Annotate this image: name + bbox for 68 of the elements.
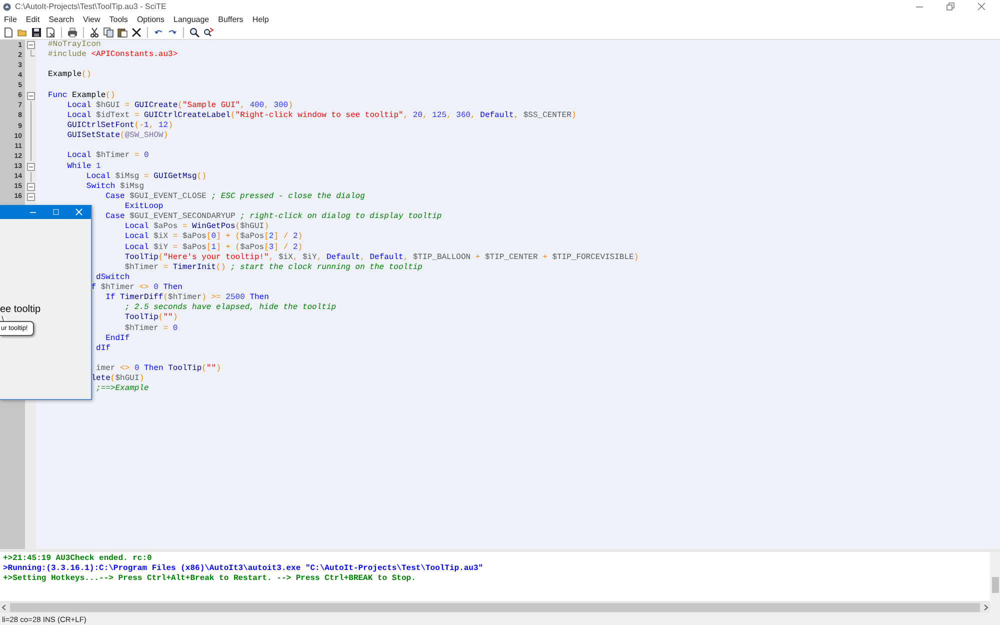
menu-item[interactable]: Edit xyxy=(26,14,40,24)
replace-icon[interactable] xyxy=(203,26,214,38)
code-line: ; 2.5 seconds have elapsed, hide the tooltip xyxy=(124,303,336,313)
code-line: dIf xyxy=(96,344,110,354)
menu-item[interactable]: Language xyxy=(174,14,210,24)
code-line: Local $hTimer = 0 xyxy=(67,151,149,162)
menu-item[interactable]: Buffers xyxy=(218,14,244,24)
restore-icon[interactable] xyxy=(946,2,955,11)
scroll-right-icon[interactable] xyxy=(982,602,990,612)
code-line: ToolTip("Here's your tooltip!", $iX, $iY, Default, Default, $TIP_BALLOON + $TIP_CENTER + $TIP_FORCEVISIBLE) xyxy=(124,252,639,263)
horizontal-scrollbar[interactable] xyxy=(0,601,990,613)
scroll-left-icon[interactable] xyxy=(0,602,8,612)
code-line: Local $idText = GUICtrlCreateLabel("Right-click window to see tooltip", 20, 125, 360, Default, $SS_CENTER) xyxy=(67,110,576,121)
code-line: Example() xyxy=(48,70,92,80)
menu-item[interactable]: Search xyxy=(48,14,74,24)
code-line: ;==>Example xyxy=(96,384,149,394)
code-line: lete($hGUI) xyxy=(91,374,144,384)
label-text: ee tooltip xyxy=(0,304,41,315)
code-line: $hTimer = 0 xyxy=(124,324,178,334)
printer-icon[interactable] xyxy=(67,26,78,38)
fold-toggle-icon[interactable] xyxy=(26,162,36,172)
menu-item[interactable]: File xyxy=(4,14,17,24)
output-line: >Running:(3.3.16.1):C:\Program Files (x86)\AutoIt3\autoit3.exe "C:\AutoIt-Projects\Test\ToolTip.au3" xyxy=(3,564,484,574)
paste-icon[interactable] xyxy=(117,26,128,38)
code-line: imer <> 0 Then ToolTip("") xyxy=(96,364,221,374)
code-line: Local $iMsg = GUIGetMsg() xyxy=(86,172,206,182)
code-line: Local $aPos = WinGetPos($hGUI) xyxy=(124,222,269,232)
output-line: +>Setting Hotkeys...--> Press Ctrl+Alt+Break to Restart. --> Press Ctrl+BREAK to Stop. xyxy=(3,574,417,584)
fold-toggle-icon[interactable] xyxy=(26,40,36,50)
code-line: Func Example() xyxy=(48,90,116,101)
code-line: Case $GUI_EVENT_SECONDARYUP ; right-click on dialog to display tooltip xyxy=(106,212,442,222)
output-line: +>21:45:19 AU3Check ended. rc:0 xyxy=(3,554,153,564)
code-line: While 1 xyxy=(67,162,101,172)
scrollbar-thumb[interactable] xyxy=(10,602,980,612)
code-line: GUICtrlSetFont(-1, 12) xyxy=(67,121,173,131)
search-icon[interactable] xyxy=(189,26,200,38)
copy-icon[interactable] xyxy=(103,26,114,38)
menu-item[interactable]: Options xyxy=(136,14,165,24)
close-icon[interactable] xyxy=(977,2,986,11)
code-line: If TimerDiff($hTimer) >= 2500 Then xyxy=(106,293,269,303)
code-line: EndIf xyxy=(106,334,130,344)
code-line: $hTimer = TimerInit() ; start the clock running on the tooltip xyxy=(124,262,422,273)
cut-icon[interactable] xyxy=(89,26,100,38)
code-line: #NoTrayIcon xyxy=(48,40,101,50)
menu-item[interactable]: Help xyxy=(252,14,269,24)
code-line: Local $iX = $aPos[0] + ($aPos[2] / 2) xyxy=(124,232,303,242)
menu-item[interactable]: View xyxy=(83,14,100,24)
code-line: #include <APIConstants.au3> xyxy=(48,50,178,60)
fold-toggle-icon[interactable] xyxy=(26,192,36,202)
fold-toggle-icon[interactable] xyxy=(26,90,36,101)
code-line: Local $hGUI = GUICreate("Sample GUI", 400, 300) xyxy=(67,100,293,111)
delete-icon[interactable] xyxy=(131,26,142,38)
vertical-scrollbar[interactable] xyxy=(990,552,1000,601)
code-line: ExitLoop xyxy=(124,202,164,212)
close-file-icon[interactable] xyxy=(45,26,56,38)
save-icon[interactable] xyxy=(31,26,42,38)
code-line: ToolTip("") xyxy=(124,313,178,324)
scrollbar-thumb[interactable] xyxy=(992,577,998,593)
fold-toggle-icon[interactable] xyxy=(26,182,36,192)
app-icon xyxy=(3,2,11,10)
code-line: Switch $iMsg xyxy=(86,182,144,192)
code-line: GUISetState(@SW_SHOW) xyxy=(67,131,168,142)
code-line: f $hTimer <> 0 Then xyxy=(91,283,182,293)
code-line: Local $iY = $aPos[1] + ($aPos[3] / 2) xyxy=(124,242,303,253)
menu-item[interactable]: Tools xyxy=(109,14,128,24)
window-title: C:\AutoIt-Projects\Test\ToolTip.au3 - SciTE xyxy=(15,2,168,11)
code-line: dSwitch xyxy=(96,272,130,283)
code-line: Case $GUI_EVENT_CLOSE ; ESC pressed - close the dialog xyxy=(106,192,365,202)
